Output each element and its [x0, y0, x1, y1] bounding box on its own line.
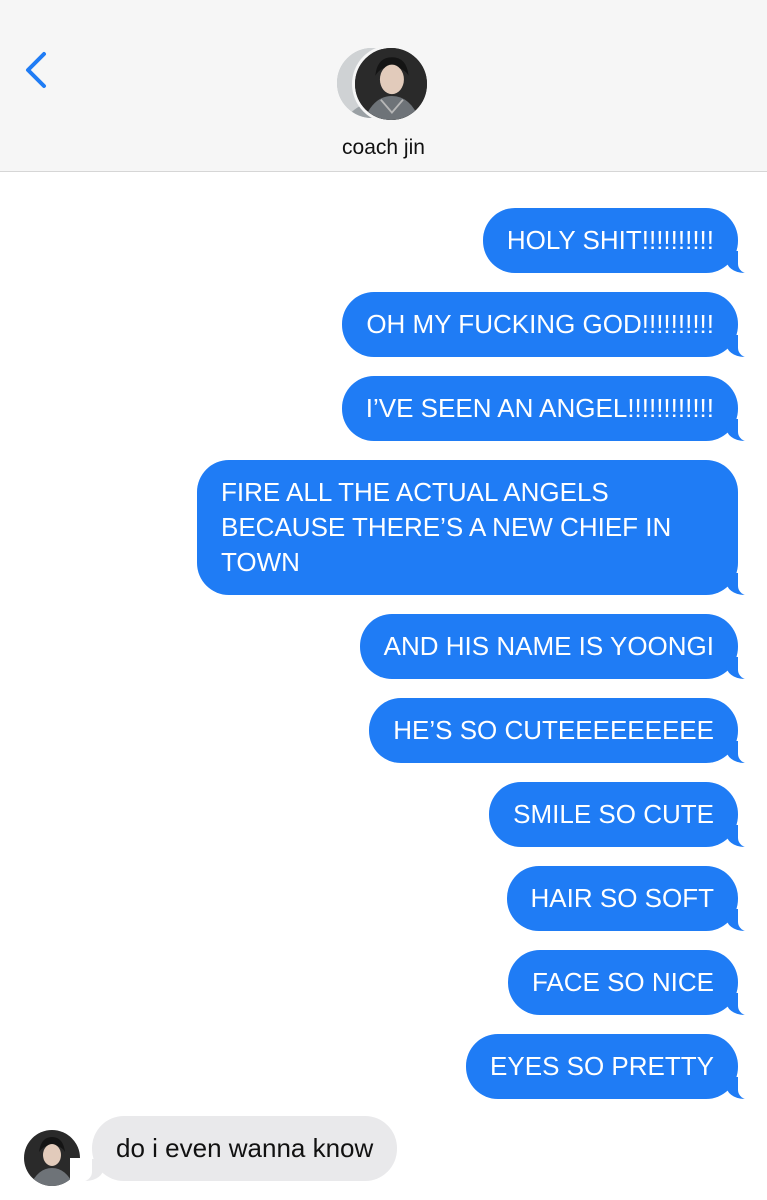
message-bubble-sent[interactable]: SMILE SO CUTE	[489, 782, 760, 848]
message-bubble-sent[interactable]: FIRE ALL THE ACTUAL ANGELS BECAUSE THERE…	[197, 460, 760, 596]
message-bubble-sent[interactable]: HE’S SO CUTEEEEEEEEE	[369, 698, 760, 764]
message-bubble-sent[interactable]: I’VE SEEN AN ANGEL!!!!!!!!!!!!	[341, 376, 761, 442]
message-bubble-sent[interactable]: EYES SO PRETTY	[466, 1034, 760, 1100]
message-bubble-sent[interactable]: FACE SO NICE	[507, 950, 761, 1016]
contact-avatar-group[interactable]	[334, 45, 434, 123]
message-bubble-sent[interactable]: AND HIS NAME IS YOONGI	[359, 614, 761, 680]
message-bubble-sent[interactable]: HOLY SHIT!!!!!!!!!!	[482, 208, 761, 274]
conversation-header: coach jin	[0, 0, 767, 172]
back-button[interactable]	[18, 48, 58, 92]
chevron-left-icon	[26, 52, 46, 88]
contact-name[interactable]: coach jin	[0, 136, 767, 160]
message-bubble-sent[interactable]: HAIR SO SOFT	[506, 866, 761, 932]
message-thread: HOLY SHIT!!!!!!!!!! OH MY FUCKING GOD!!!…	[0, 172, 767, 1200]
contact-avatar	[352, 45, 430, 123]
message-bubble-received[interactable]: do i even wanna know	[69, 1116, 398, 1182]
message-bubble-sent[interactable]: OH MY FUCKING GOD!!!!!!!!!!	[342, 292, 760, 358]
